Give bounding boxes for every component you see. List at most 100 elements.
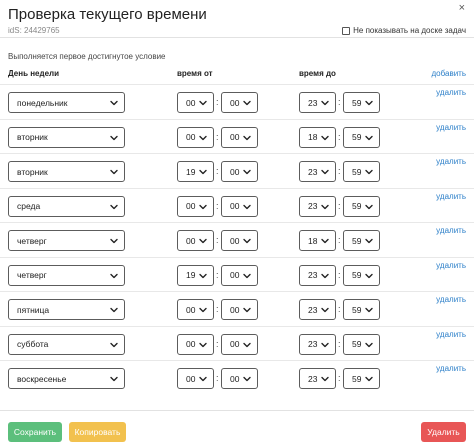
from-hour-select[interactable]: 00 [177,368,214,389]
from-minute-select[interactable]: 00 [221,195,258,217]
to-minute-value: 59 [352,166,362,177]
time-separator: : [216,373,219,383]
from-minute-select[interactable]: 00 [221,333,258,355]
weekday-select[interactable]: суббота [8,333,125,355]
chevron-down-icon [321,273,329,278]
to-hour-value: 23 [308,201,318,211]
condition-row: четверг 19: 00 23: 59 удалить [0,256,474,291]
weekday-select[interactable]: четверг [8,264,125,286]
from-hour-select[interactable]: 19 [177,264,214,286]
time-separator: : [216,269,219,280]
chevron-down-icon [243,307,251,313]
to-hour-select[interactable]: 23 [299,299,336,320]
to-hour-value: 23 [308,304,318,315]
to-minute-select[interactable]: 59 [343,92,380,113]
weekday-select[interactable]: вторник [8,126,125,148]
chevron-down-icon [321,204,329,209]
to-minute-value: 59 [352,373,362,384]
to-hour-select[interactable]: 23 [299,92,336,113]
dialog-footer: Сохранить Копировать Удалить [0,410,474,447]
from-hour-select[interactable]: 00 [177,195,214,217]
close-icon[interactable]: × [459,2,465,14]
to-hour-select[interactable]: 23 [299,333,336,355]
from-hour-select[interactable]: 00 [177,333,214,355]
to-hour-select[interactable]: 23 [299,264,336,286]
weekday-select[interactable]: пятница [8,299,125,320]
delete-row-link[interactable]: удалить [436,226,466,235]
to-minute-value: 59 [352,235,362,246]
weekday-value: воскресенье [17,373,67,384]
from-minute-select[interactable]: 00 [221,92,258,113]
from-minute-select[interactable]: 00 [221,230,258,251]
save-button[interactable]: Сохранить [8,422,62,442]
to-hour-value: 18 [308,235,318,246]
to-minute-select[interactable]: 59 [343,195,380,217]
delete-row-link[interactable]: удалить [436,157,466,166]
from-minute-value: 00 [230,97,240,108]
from-minute-select[interactable]: 00 [221,126,258,148]
from-minute-value: 00 [230,373,240,384]
chevron-down-icon [365,342,373,347]
delete-row-link[interactable]: удалить [436,295,466,304]
checkbox-box[interactable] [342,26,351,35]
chevron-down-icon [243,169,251,175]
delete-row-link[interactable]: удалить [436,192,466,201]
weekday-value: вторник [17,132,48,142]
from-minute-select[interactable]: 00 [221,264,258,286]
delete-row-link[interactable]: удалить [436,88,466,97]
time-separator: : [216,200,219,211]
to-hour-value: 23 [308,339,318,349]
time-separator: : [338,338,341,349]
chevron-down-icon [243,342,251,347]
from-hour-select[interactable]: 00 [177,126,214,148]
from-hour-select[interactable]: 19 [177,161,214,182]
to-hour-select[interactable]: 23 [299,368,336,389]
add-row-link[interactable]: добавить [431,69,466,78]
from-minute-value: 00 [230,304,240,315]
to-hour-select[interactable]: 18 [299,126,336,148]
to-minute-select[interactable]: 59 [343,299,380,320]
to-minute-select[interactable]: 59 [343,126,380,148]
to-minute-select[interactable]: 59 [343,264,380,286]
from-minute-select[interactable]: 00 [221,368,258,389]
chevron-down-icon [365,273,373,278]
hide-on-board-checkbox[interactable]: Не показывать на доске задач [342,26,466,35]
from-hour-select[interactable]: 00 [177,299,214,320]
to-minute-select[interactable]: 59 [343,368,380,389]
to-minute-select[interactable]: 59 [343,333,380,355]
from-minute-select[interactable]: 00 [221,299,258,320]
to-hour-select[interactable]: 23 [299,195,336,217]
from-minute-select[interactable]: 00 [221,161,258,182]
time-separator: : [338,97,341,107]
chevron-down-icon [199,100,207,106]
from-hour-select[interactable]: 00 [177,92,214,113]
from-hour-value: 00 [186,304,196,315]
weekday-select[interactable]: вторник [8,161,125,182]
delete-row-link[interactable]: удалить [436,330,466,339]
weekday-select[interactable]: понедельник [8,92,125,113]
condition-row: пятница 00: 00 23: 59 удалить [0,291,474,325]
weekday-select[interactable]: воскресенье [8,368,125,389]
chevron-down-icon [365,204,373,209]
to-minute-select[interactable]: 59 [343,161,380,182]
from-hour-value: 00 [186,97,196,108]
to-minute-value: 59 [352,270,362,280]
chevron-down-icon [365,169,373,175]
to-hour-select[interactable]: 23 [299,161,336,182]
weekday-select[interactable]: четверг [8,230,125,251]
to-minute-select[interactable]: 59 [343,230,380,251]
delete-row-link[interactable]: удалить [436,123,466,132]
chevron-down-icon [199,169,207,175]
delete-button[interactable]: Удалить [421,422,466,442]
delete-row-link[interactable]: удалить [436,261,466,270]
time-separator: : [216,304,219,314]
from-hour-select[interactable]: 00 [177,230,214,251]
chevron-down-icon [243,273,251,278]
weekday-select[interactable]: среда [8,195,125,217]
to-hour-select[interactable]: 18 [299,230,336,251]
copy-button[interactable]: Копировать [69,422,126,442]
time-separator: : [338,200,341,211]
delete-row-link[interactable]: удалить [436,364,466,373]
time-separator: : [216,235,219,245]
condition-row: понедельник 00: 00 23: 59 удалить [0,84,474,118]
